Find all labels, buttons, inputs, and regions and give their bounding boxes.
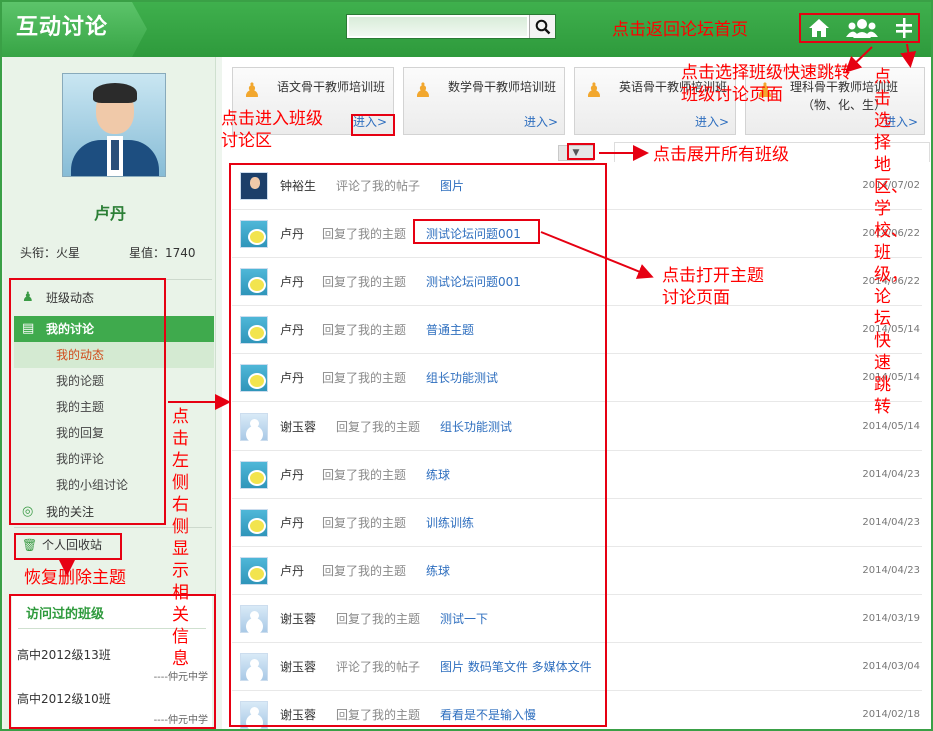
- annotation-arrows: [59, 43, 917, 576]
- app-frame: 互动讨论 卢丹 头衔：火星 星值：1740 ♟ 班级动态 ▤ 我的讨论 我的动态…: [0, 0, 933, 731]
